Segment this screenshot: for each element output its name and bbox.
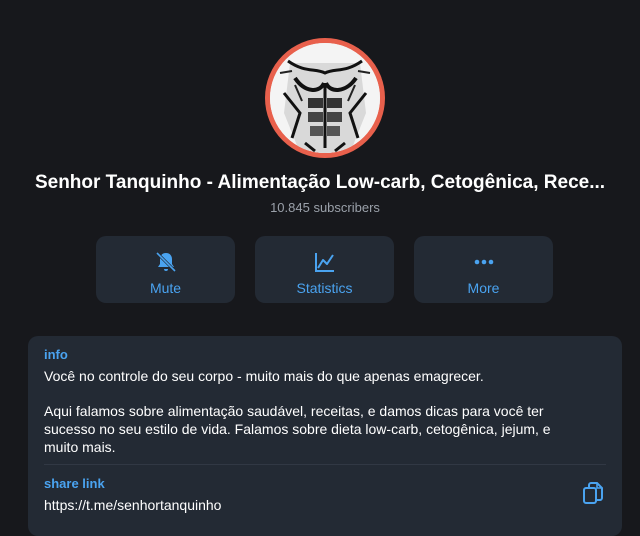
mute-button[interactable]: Mute bbox=[96, 236, 235, 303]
divider bbox=[44, 464, 606, 465]
more-dots-icon bbox=[474, 259, 493, 265]
copy-icon[interactable] bbox=[582, 482, 604, 506]
chart-line-icon bbox=[314, 253, 334, 272]
bell-muted-icon bbox=[155, 251, 176, 273]
info-line: muito mais. bbox=[44, 439, 116, 455]
info-line: Você no controle do seu corpo - muito ma… bbox=[44, 368, 484, 384]
share-link-url[interactable]: https://t.me/senhortanquinho bbox=[44, 496, 604, 514]
action-bar: Mute Statistics More bbox=[96, 236, 553, 303]
avatar-image bbox=[270, 43, 380, 153]
mute-label: Mute bbox=[149, 280, 182, 296]
more-button[interactable]: More bbox=[414, 236, 553, 303]
channel-title: Senhor Tanquinho - Alimentação Low-carb,… bbox=[34, 172, 606, 193]
statistics-button[interactable]: Statistics bbox=[255, 236, 394, 303]
info-card: info Você no controle do seu corpo - mui… bbox=[28, 336, 622, 536]
channel-avatar[interactable] bbox=[265, 38, 385, 158]
info-label: info bbox=[44, 347, 68, 362]
more-label: More bbox=[467, 280, 500, 296]
share-link-label: share link bbox=[44, 476, 105, 491]
statistics-label: Statistics bbox=[296, 280, 353, 296]
info-line: Aqui falamos sobre alimentação saudável,… bbox=[44, 403, 544, 419]
info-line: sucesso no seu estilo de vida. Falamos s… bbox=[44, 421, 551, 437]
subscriber-count: 10.845 subscribers bbox=[270, 200, 380, 215]
